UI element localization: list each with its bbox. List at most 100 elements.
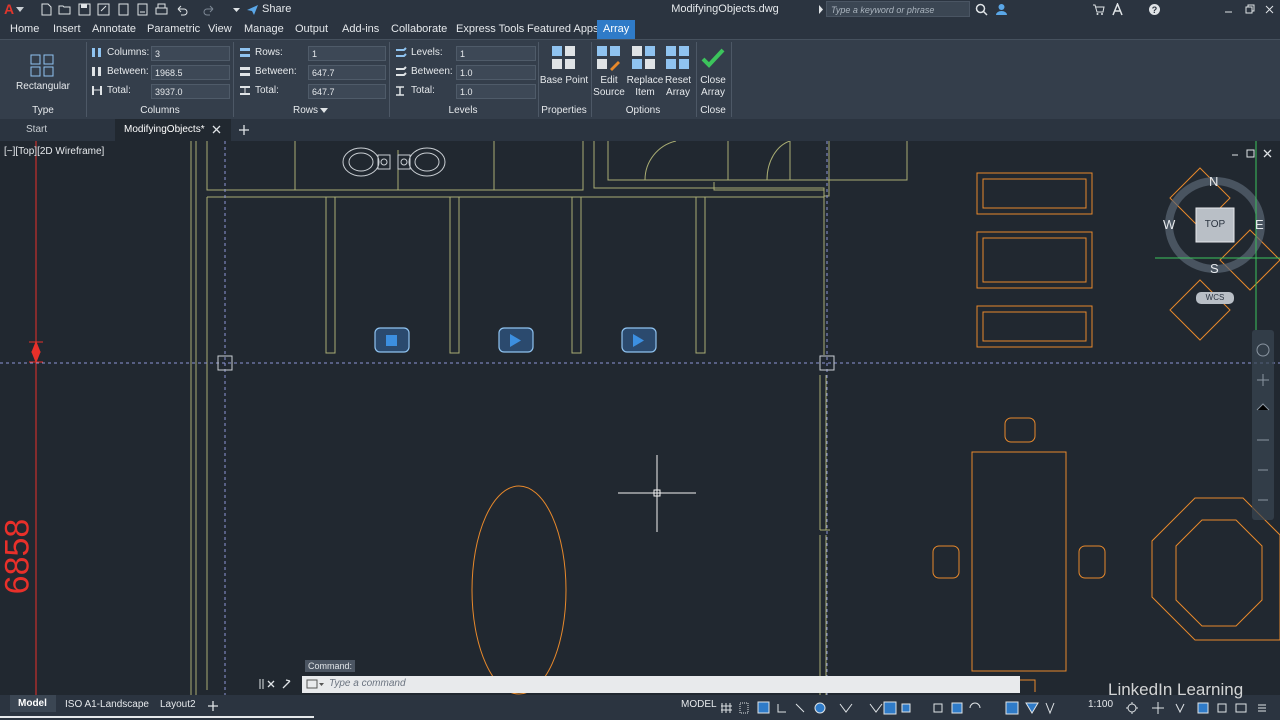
tab-view[interactable]: View [208, 23, 232, 35]
viewport-window-controls[interactable] [1230, 149, 1274, 159]
columns-icon [92, 48, 101, 57]
levels-total-input[interactable]: 1.0 [456, 84, 536, 99]
new-file-icon[interactable] [40, 3, 53, 16]
rectangular-array-icon[interactable] [30, 54, 56, 78]
viewcube-north[interactable]: N [1209, 174, 1218, 189]
plot-icon[interactable] [155, 3, 168, 16]
help-search-input[interactable]: Type a keyword or phrase [826, 1, 970, 17]
share-button[interactable]: Share [262, 3, 291, 15]
layout-tab-layout2[interactable]: Layout2 [160, 699, 196, 710]
rows-total-input[interactable]: 647.7 [308, 84, 386, 99]
status-right-icons[interactable] [1124, 701, 1276, 715]
layout-tab-iso-a1[interactable]: ISO A1-Landscape [65, 699, 149, 710]
levels-total-icon [396, 86, 404, 96]
edit-source-button[interactable]: Edit Source [589, 75, 629, 99]
add-layout-icon[interactable] [208, 701, 218, 711]
annotation-scale[interactable]: 1:100 [1088, 699, 1113, 710]
levels-between-icon [396, 66, 407, 76]
viewcube-south[interactable]: S [1210, 261, 1219, 276]
levels-count-input[interactable]: 1 [456, 46, 536, 61]
rows-between-input[interactable]: 647.7 [308, 65, 386, 80]
save-icon[interactable] [78, 3, 91, 16]
wcs-menu[interactable]: WCS [1196, 293, 1234, 302]
restore-icon[interactable] [1243, 3, 1256, 16]
search-expand-icon[interactable] [818, 5, 824, 14]
layout-scroll-indicator [0, 716, 314, 718]
columns-count-input[interactable]: 3 [151, 46, 230, 61]
rows-between-icon [240, 67, 250, 76]
model-space-toggle[interactable]: MODEL [681, 699, 717, 710]
drawing-canvas[interactable]: N W E S TOP WCS 6858 [0, 141, 1280, 695]
columns-total-input[interactable]: 3937.0 [151, 84, 230, 99]
tab-insert[interactable]: Insert [53, 23, 81, 35]
tab-add-ins[interactable]: Add-ins [342, 23, 379, 35]
rectangular-button[interactable]: Rectangular [10, 81, 76, 93]
autodesk-a360-icon[interactable] [1111, 3, 1124, 16]
user-icon[interactable] [995, 3, 1008, 16]
tab-manage[interactable]: Manage [244, 23, 284, 35]
rows-between-label: Between: [255, 66, 297, 77]
redo-icon[interactable] [203, 3, 216, 16]
rows-panel-expand-icon[interactable] [320, 108, 328, 114]
base-point-icon[interactable] [551, 45, 577, 71]
tab-collaborate[interactable]: Collaborate [391, 23, 447, 35]
command-input[interactable]: Type a command [329, 678, 406, 689]
rows-total-icon [240, 86, 250, 95]
reset-array-label-line2: Array [666, 87, 690, 98]
tab-parametric[interactable]: Parametric [147, 23, 200, 35]
columns-between-label: Between: [107, 66, 149, 77]
rows-icon [240, 48, 250, 57]
close-array-button[interactable]: Close Array [697, 75, 729, 99]
command-line-controls[interactable] [258, 678, 298, 690]
rows-count-input[interactable]: 1 [308, 46, 386, 61]
reset-array-button[interactable]: Reset Array [660, 75, 696, 99]
undo-icon[interactable] [175, 3, 188, 16]
base-point-button[interactable]: Base Point [539, 75, 589, 87]
viewcube-east[interactable]: E [1255, 217, 1264, 232]
command-line[interactable]: Type a command [302, 676, 1020, 693]
tab-featured-apps[interactable]: Featured Apps [527, 23, 599, 35]
new-tab-icon[interactable] [239, 125, 249, 135]
close-app-icon[interactable] [1263, 3, 1276, 16]
type-panel-title: Type [32, 105, 54, 116]
tab-annotate[interactable]: Annotate [92, 23, 136, 35]
command-icon[interactable] [306, 679, 324, 690]
help-icon[interactable]: ? [1148, 3, 1161, 16]
status-bar: Model ISO A1-Landscape Layout2 MODEL 1:1… [0, 695, 1280, 720]
columns-between-input[interactable]: 1968.5 [151, 65, 230, 80]
close-array-check-icon[interactable] [701, 47, 725, 69]
viewcube-west[interactable]: W [1163, 217, 1175, 232]
search-icon[interactable] [975, 3, 988, 16]
save-web-icon[interactable] [136, 3, 149, 16]
viewport-controls-label[interactable]: [−][Top][2D Wireframe] [4, 146, 104, 157]
open-file-icon[interactable] [58, 3, 71, 16]
replace-item-label-line1: Replace [626, 75, 664, 86]
app-menu-chevron-icon[interactable] [16, 7, 24, 13]
status-toolbar-icons[interactable] [720, 701, 1080, 715]
reset-array-icon[interactable] [665, 45, 691, 71]
file-tab-start[interactable]: Start [26, 124, 47, 135]
cart-icon[interactable] [1092, 3, 1105, 16]
close-tab-icon[interactable] [212, 125, 221, 134]
layout-tab-model[interactable]: Model [10, 695, 56, 712]
rows-panel-title[interactable]: Rows [234, 105, 377, 116]
minimize-icon[interactable] [1222, 3, 1235, 16]
levels-between-input[interactable]: 1.0 [456, 65, 536, 80]
viewcube-top-face[interactable]: TOP [1196, 219, 1234, 230]
tab-output[interactable]: Output [295, 23, 328, 35]
navigation-bar[interactable] [1252, 330, 1274, 520]
file-tab-active[interactable]: ModifyingObjects* [115, 119, 231, 141]
save-as-icon[interactable] [97, 3, 110, 16]
tab-home[interactable]: Home [10, 23, 39, 35]
share-icon[interactable] [246, 3, 259, 16]
svg-text:?: ? [1152, 5, 1158, 15]
file-tab-active-label: ModifyingObjects* [124, 124, 205, 135]
tab-express-tools[interactable]: Express Tools [456, 23, 524, 35]
tab-array[interactable]: Array [597, 20, 636, 39]
edit-source-icon[interactable] [596, 45, 622, 71]
quick-access-chevron-icon[interactable] [230, 3, 243, 16]
open-web-icon[interactable] [117, 3, 130, 16]
close-array-label-line2: Array [701, 87, 725, 98]
replace-item-icon[interactable] [631, 45, 657, 71]
app-menu-button[interactable]: A [4, 1, 14, 17]
